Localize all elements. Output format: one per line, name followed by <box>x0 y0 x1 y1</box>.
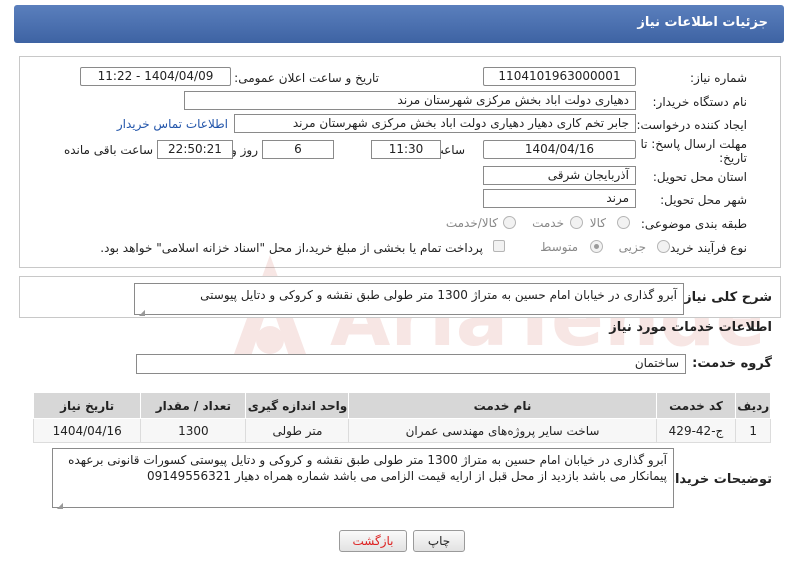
category-option-service: خدمت <box>532 216 564 230</box>
services-table: ردیف کد خدمت نام خدمت واحد اندازه گیری ت… <box>32 392 771 443</box>
col-row: ردیف <box>735 392 771 419</box>
col-unit: واحد اندازه گیری <box>245 392 350 419</box>
back-button[interactable]: بازگشت <box>339 530 407 552</box>
province-field: آذربایجان شرقی <box>483 166 636 185</box>
page-header: جزئیات اطلاعات نیاز <box>14 5 784 43</box>
remaining-time-label: ساعت باقی مانده <box>63 143 153 157</box>
purchase-radio-medium[interactable] <box>590 240 603 253</box>
category-option-goods: کالا <box>589 216 606 230</box>
col-need-date: تاریخ نیاز <box>32 392 142 419</box>
purchase-type-label: نوع فرآیند خرید : <box>662 241 747 255</box>
col-service-code: کد خدمت <box>655 392 737 419</box>
buyer-notes-line2: پیمانکار می باشد بازدید از محل قبل از ار… <box>147 469 667 483</box>
purchase-option-medium: متوسط <box>540 240 578 254</box>
print-button[interactable]: چاپ <box>413 530 465 552</box>
resize-grip-icon: ◢ <box>56 501 63 510</box>
province-label: استان محل تحویل: <box>652 170 747 184</box>
buyer-notes-textarea: آبرو گذاری در خیابان امام حسین به متراژ … <box>52 448 674 510</box>
remaining-days-field: 6 <box>262 140 334 159</box>
buyer-org-field: دهیاری دولت اباد بخش مرکزی شهرستان مرند <box>184 91 636 110</box>
cell-need-date: 1404/04/16 <box>32 418 142 443</box>
category-radio-goods[interactable] <box>617 216 630 229</box>
category-radio-goods-service[interactable] <box>503 216 516 229</box>
deadline-label-line2: تاریخ: <box>719 151 747 165</box>
service-group-label: گروه خدمت: <box>692 356 772 371</box>
treasury-payment-note: پرداخت تمام یا بخشی از مبلغ خرید،از محل … <box>100 241 483 255</box>
page-title: جزئیات اطلاعات نیاز <box>637 15 768 30</box>
purchase-radio-minor[interactable] <box>657 240 670 253</box>
cell-quantity: 1300 <box>140 418 247 443</box>
announce-datetime-field: 1404/04/09 - 11:22 <box>80 67 231 86</box>
city-field: مرند <box>483 189 636 208</box>
summary-label: شرح کلی نیاز: <box>678 290 772 305</box>
services-section-title: اطلاعات خدمات مورد نیاز <box>609 320 772 335</box>
summary-text: آبرو گذاری در خیابان امام حسین به متراژ … <box>200 288 677 302</box>
table-row: 1 ج-42-429 ساخت سایر پروژه‌های مهندسی عم… <box>32 418 771 443</box>
buyer-notes-label: توضیحات خریدار: <box>662 472 772 487</box>
buyer-notes-line1: آبرو گذاری در خیابان امام حسین به متراژ … <box>68 453 667 467</box>
need-number-field: 1104101963000001 <box>483 67 636 86</box>
remaining-days-label: روز و <box>231 143 258 157</box>
remaining-time-field: 22:50:21 <box>157 140 233 159</box>
request-creator-label: ایجاد کننده درخواست: <box>636 118 747 132</box>
city-label: شهر محل تحویل: <box>660 193 747 207</box>
announce-datetime-label: تاریخ و ساعت اعلان عمومی: <box>234 71 379 85</box>
col-quantity: تعداد / مقدار <box>140 392 247 419</box>
info-panel <box>19 56 781 268</box>
cell-row: 1 <box>735 418 771 443</box>
resize-grip-icon: ◢ <box>138 308 145 317</box>
buyer-org-label: نام دستگاه خریدار: <box>652 95 748 109</box>
request-creator-field: جابر تخم کاری دهیار دهیاری دولت اباد بخش… <box>234 114 636 133</box>
col-service-name: نام خدمت <box>348 392 657 419</box>
cell-unit: متر طولی <box>245 418 350 443</box>
need-number-label: شماره نیاز: <box>690 71 747 85</box>
service-group-field: ساختمان <box>136 354 686 374</box>
treasury-payment-checkbox[interactable] <box>493 240 505 252</box>
deadline-time-field: 11:30 <box>371 140 441 159</box>
buyer-contact-link[interactable]: اطلاعات تماس خریدار <box>117 117 228 131</box>
cell-service-name: ساخت سایر پروژه‌های مهندسی عمران <box>348 418 657 443</box>
cell-service-code: ج-42-429 <box>655 418 737 443</box>
summary-textarea: آبرو گذاری در خیابان امام حسین به متراژ … <box>134 283 684 317</box>
deadline-date-field: 1404/04/16 <box>483 140 636 159</box>
category-label: طبقه بندی موضوعی: <box>640 217 747 231</box>
category-radio-service[interactable] <box>570 216 583 229</box>
purchase-option-minor: جزیی <box>618 240 646 254</box>
deadline-label-line1: مهلت ارسال پاسخ: تا <box>640 137 747 151</box>
category-option-goods-service: کالا/خدمت <box>445 216 498 230</box>
